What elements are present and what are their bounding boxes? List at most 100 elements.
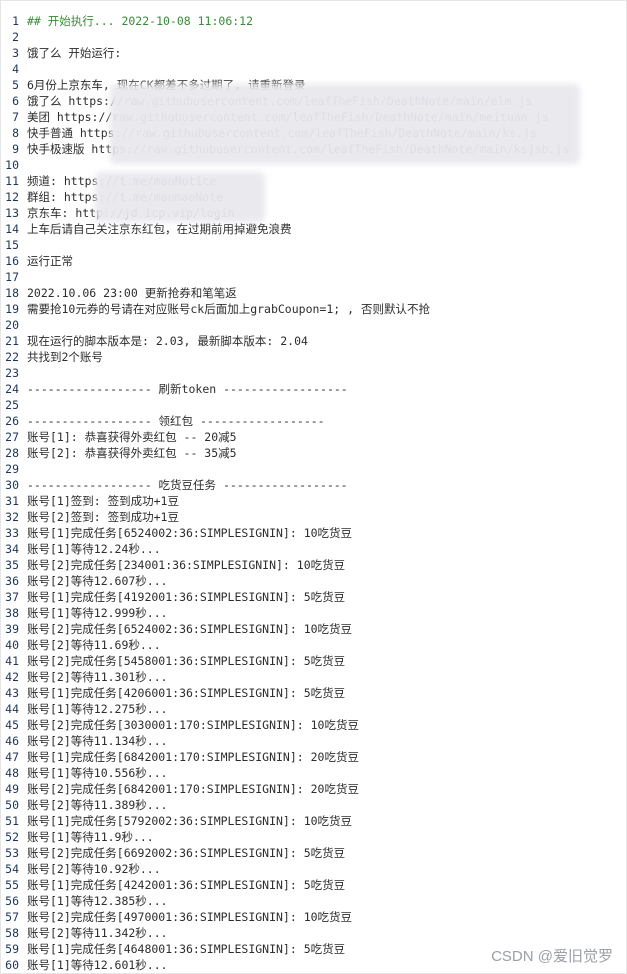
- line-number: 26: [5, 414, 19, 428]
- log-line: 18 2022.10.06 23:00 更新抢券和笔笔返: [1, 285, 627, 301]
- line-number: 20: [5, 318, 19, 332]
- line-number: 25: [5, 398, 19, 412]
- line-number: 50: [5, 798, 19, 812]
- log-line: 42 账号[2]等待11.301秒...: [1, 669, 627, 685]
- log-line: 48 账号[1]等待10.556秒...: [1, 765, 627, 781]
- log-line: 54 账号[2]等待10.92秒...: [1, 861, 627, 877]
- line-number: 11: [5, 174, 19, 188]
- line-text: 账号[2]等待11.342秒...: [27, 926, 168, 940]
- line-number: 21: [5, 334, 19, 348]
- line-number: 24: [5, 382, 19, 396]
- log-line: 4: [1, 61, 627, 77]
- line-number: 54: [5, 862, 19, 876]
- line-number: 34: [5, 542, 19, 556]
- line-text: 账号[1]完成任务[6524002:36:SIMPLESIGNIN]: 10吃货…: [27, 526, 353, 540]
- log-line: 57 账号[2]完成任务[4970001:36:SIMPLESIGNIN]: 10…: [1, 909, 627, 925]
- line-text: 账号[1]完成任务[4192001:36:SIMPLESIGNIN]: 5吃货豆: [27, 590, 346, 604]
- line-number: 52: [5, 830, 19, 844]
- line-text: ------------------ 刷新token -------------…: [27, 382, 348, 396]
- line-number: 29: [5, 462, 19, 476]
- line-number: 3: [12, 46, 19, 60]
- line-number: 1: [12, 14, 19, 28]
- log-line: 49 账号[2]完成任务[6842001:170:SIMPLESIGNIN]: 2…: [1, 781, 627, 797]
- line-number: 43: [5, 686, 19, 700]
- line-text: 账号[1]等待11.9秒...: [27, 830, 154, 844]
- line-text: 账号[1]完成任务[4206001:36:SIMPLESIGNIN]: 5吃货豆: [27, 686, 346, 700]
- line-text: 账号[1]完成任务[4242001:36:SIMPLESIGNIN]: 5吃货豆: [27, 878, 346, 892]
- log-line: 51 账号[1]完成任务[5792002:36:SIMPLESIGNIN]: 10…: [1, 813, 627, 829]
- line-text: ## 开始执行... 2022-10-08 11:06:12: [27, 14, 254, 28]
- log-line: 2: [1, 29, 627, 45]
- line-number: 13: [5, 206, 19, 220]
- line-number: 51: [5, 814, 19, 828]
- log-line: 35 账号[2]完成任务[234001:36:SIMPLESIGNIN]: 10吃…: [1, 557, 627, 573]
- line-number: 38: [5, 606, 19, 620]
- line-number: 23: [5, 366, 19, 380]
- line-text: 账号[1]签到: 签到成功+1豆: [27, 494, 179, 508]
- line-text: 需要抢10元券的号请在对应账号ck后面加上grabCoupon=1; , 否则默…: [27, 302, 430, 316]
- log-line: 21 现在运行的脚本版本是: 2.03, 最新脚本版本: 2.04: [1, 333, 627, 349]
- line-number: 17: [5, 270, 19, 284]
- log-line: 16 运行正常: [1, 253, 627, 269]
- log-line: 24 ------------------ 刷新token -----------…: [1, 381, 627, 397]
- line-text: 共找到2个账号: [27, 350, 103, 364]
- line-text: 账号[2]完成任务[5458001:36:SIMPLESIGNIN]: 5吃货豆: [27, 654, 346, 668]
- log-line: 25: [1, 397, 627, 413]
- line-number: 47: [5, 750, 19, 764]
- line-text: 饿了么 开始运行:: [27, 46, 122, 60]
- line-number: 30: [5, 478, 19, 492]
- line-number: 19: [5, 302, 19, 316]
- line-number: 9: [12, 142, 19, 156]
- line-text: 上车后请自己关注京东红包，在过期前用掉避免浪费: [27, 222, 292, 236]
- line-number: 58: [5, 926, 19, 940]
- line-text: 账号[1]完成任务[4648001:36:SIMPLESIGNIN]: 5吃货豆: [27, 942, 346, 956]
- line-text: 账号[2]: 恭喜获得外卖红包 -- 35减5: [27, 446, 237, 460]
- line-number: 45: [5, 718, 19, 732]
- line-number: 28: [5, 446, 19, 460]
- log-line: 43 账号[1]完成任务[4206001:36:SIMPLESIGNIN]: 5吃…: [1, 685, 627, 701]
- line-number: 42: [5, 670, 19, 684]
- line-number: 31: [5, 494, 19, 508]
- line-text: 账号[2]等待11.301秒...: [27, 670, 168, 684]
- line-text: 账号[1]等待12.275秒...: [27, 702, 168, 716]
- line-number: 37: [5, 590, 19, 604]
- line-number: 12: [5, 190, 19, 204]
- log-line: 52 账号[1]等待11.9秒...: [1, 829, 627, 845]
- line-text: 账号[1]等待12.999秒...: [27, 606, 168, 620]
- line-number: 6: [12, 94, 19, 108]
- log-line: 41 账号[2]完成任务[5458001:36:SIMPLESIGNIN]: 5吃…: [1, 653, 627, 669]
- line-text: 账号[2]完成任务[6692002:36:SIMPLESIGNIN]: 5吃货豆: [27, 846, 346, 860]
- log-line: 3 饿了么 开始运行:: [1, 45, 627, 61]
- line-number: 46: [5, 734, 19, 748]
- line-text: 运行正常: [27, 254, 73, 268]
- line-text: 账号[1]等待10.556秒...: [27, 766, 168, 780]
- watermark: CSDN @爱旧觉罗: [491, 948, 613, 965]
- line-text: 账号[2]等待11.389秒...: [27, 798, 168, 812]
- log-line: 50 账号[2]等待11.389秒...: [1, 797, 627, 813]
- line-number: 35: [5, 558, 19, 572]
- log-line: 39 账号[2]完成任务[6524002:36:SIMPLESIGNIN]: 10…: [1, 621, 627, 637]
- line-text: ------------------ 吃货豆任务 ---------------…: [27, 478, 348, 492]
- log-line: 19 需要抢10元券的号请在对应账号ck后面加上grabCoupon=1; , 否…: [1, 301, 627, 317]
- line-number: 41: [5, 654, 19, 668]
- line-text: 账号[2]等待11.134秒...: [27, 734, 168, 748]
- line-text: 账号[2]完成任务[6842001:170:SIMPLESIGNIN]: 20吃…: [27, 782, 359, 796]
- line-number: 44: [5, 702, 19, 716]
- log-line: 29: [1, 461, 627, 477]
- log-line: 47 账号[1]完成任务[6842001:170:SIMPLESIGNIN]: 2…: [1, 749, 627, 765]
- line-number: 36: [5, 574, 19, 588]
- line-text: 账号[2]等待12.607秒...: [27, 574, 168, 588]
- line-number: 53: [5, 846, 19, 860]
- line-text: 账号[2]签到: 签到成功+1豆: [27, 510, 179, 524]
- line-text: 账号[1]完成任务[5792002:36:SIMPLESIGNIN]: 10吃货…: [27, 814, 353, 828]
- log-line: 56 账号[1]等待12.385秒...: [1, 893, 627, 909]
- log-line: 53 账号[2]完成任务[6692002:36:SIMPLESIGNIN]: 5吃…: [1, 845, 627, 861]
- log-line: 34 账号[1]等待12.24秒...: [1, 541, 627, 557]
- log-line: 40 账号[2]等待11.69秒...: [1, 637, 627, 653]
- line-number: 27: [5, 430, 19, 444]
- log-line: 1 ## 开始执行... 2022-10-08 11:06:12: [1, 13, 627, 29]
- log-line: 45 账号[2]完成任务[3030001:170:SIMPLESIGNIN]: 1…: [1, 717, 627, 733]
- line-text: ------------------ 领红包 -----------------…: [27, 414, 325, 428]
- line-number: 56: [5, 894, 19, 908]
- line-text: 账号[2]完成任务[4970001:36:SIMPLESIGNIN]: 10吃货…: [27, 910, 353, 924]
